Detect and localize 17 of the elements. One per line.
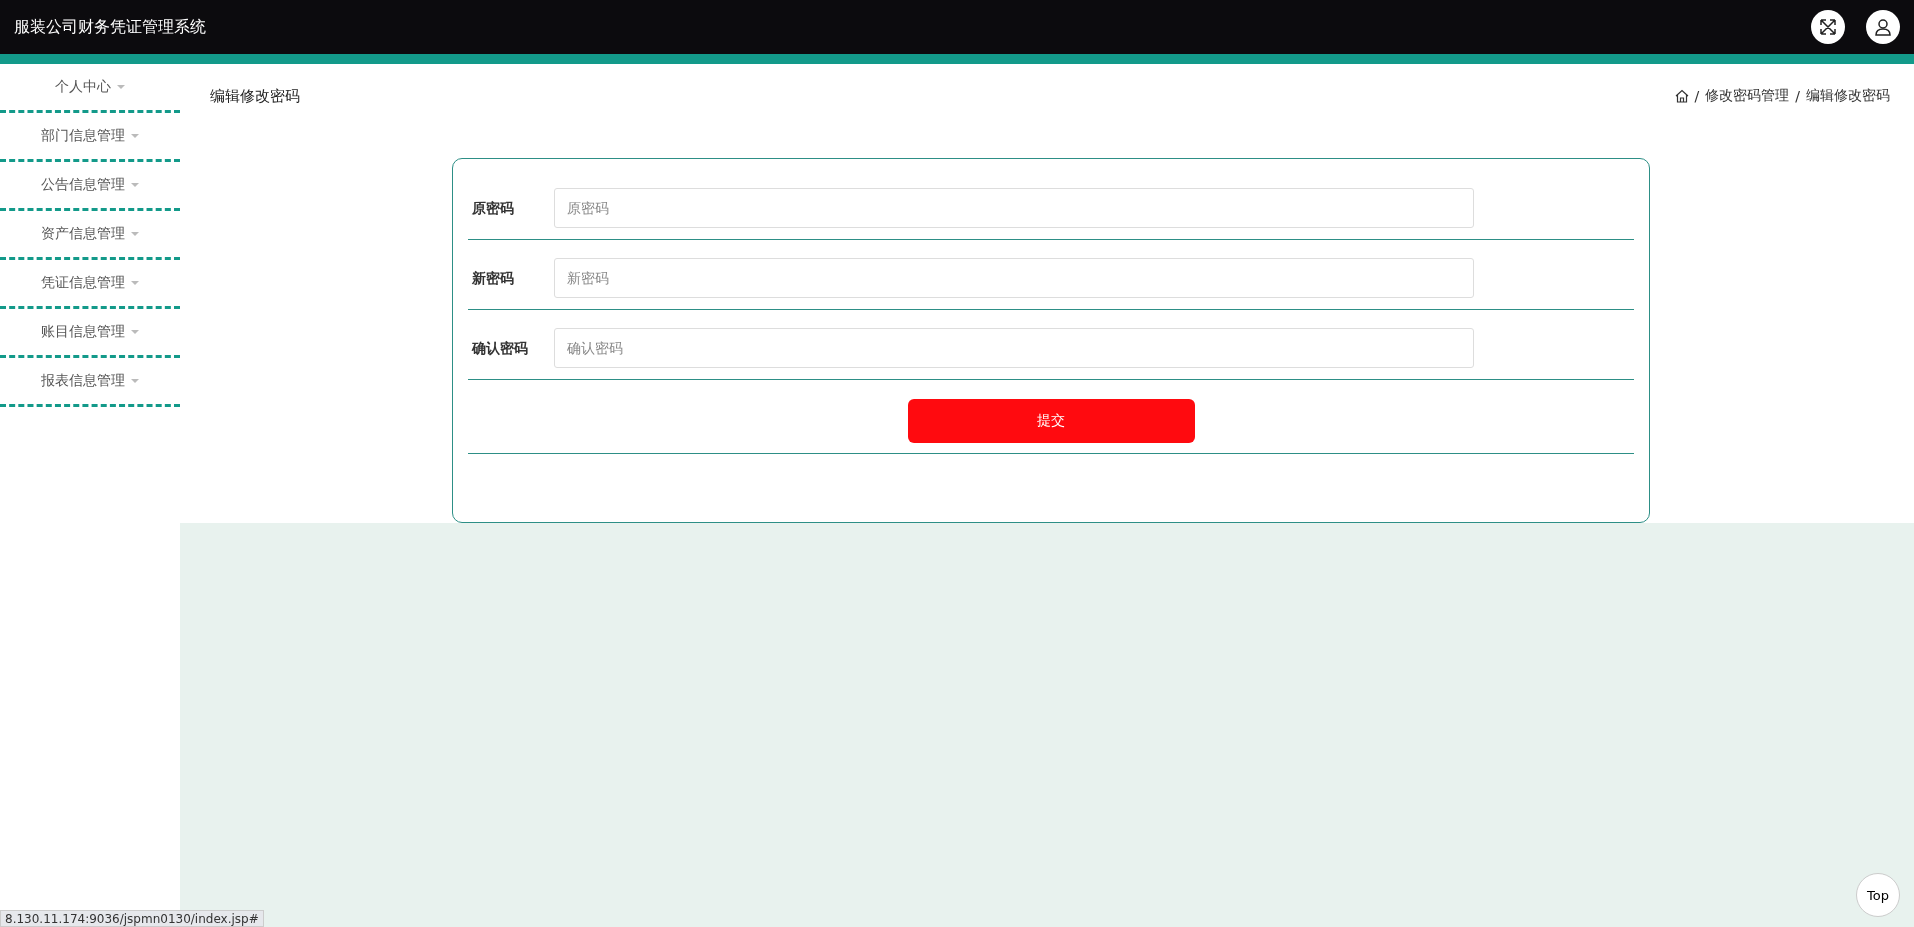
- password-field[interactable]: 确认密码: [554, 328, 1474, 368]
- breadcrumb-separator: /: [1694, 88, 1700, 104]
- password-field[interactable]: 原密码: [554, 188, 1474, 228]
- breadcrumb-separator: /: [1795, 88, 1800, 104]
- submit-button[interactable]: 提交: [907, 399, 1195, 443]
- home-icon[interactable]: [1674, 89, 1689, 103]
- password-field[interactable]: 新密码: [554, 258, 1474, 298]
- field-label: 确认密码: [472, 339, 529, 358]
- status-url: 8.130.11.174:9036/jspmn0130/index.jsp#: [0, 910, 264, 927]
- user-icon[interactable]: [1866, 10, 1900, 44]
- field-label: 原密码: [472, 199, 515, 218]
- fullscreen-icon[interactable]: [1811, 10, 1845, 44]
- page-title: 编辑修改密码: [210, 86, 300, 106]
- breadcrumb-item[interactable]: 修改密码管理: [1705, 87, 1790, 105]
- field-label: 新密码: [472, 269, 515, 288]
- breadcrumb-item[interactable]: 编辑修改密码: [1806, 87, 1890, 105]
- app-title: 服装公司财务凭证管理系统: [14, 16, 206, 38]
